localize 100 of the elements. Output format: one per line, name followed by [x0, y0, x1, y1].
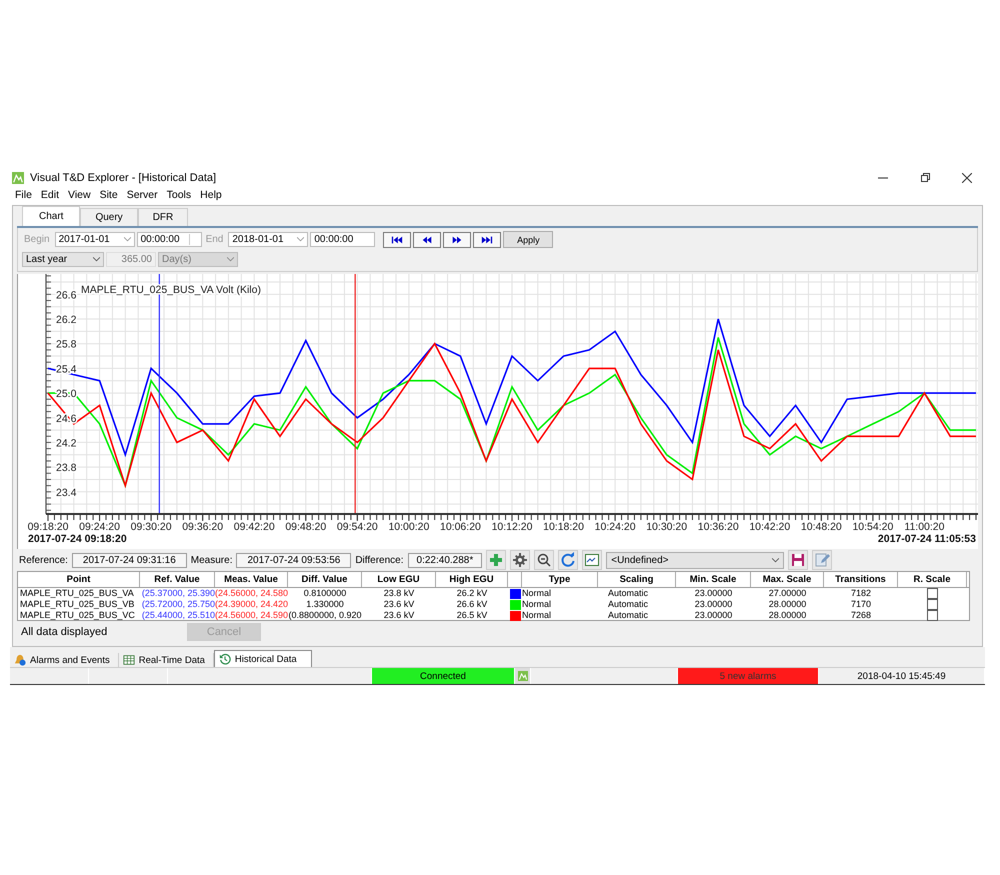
table-cell-text: (25.37000, 25.390 — [140, 588, 215, 599]
apply-button[interactable]: Apply — [503, 231, 554, 248]
x-tick-label: 10:36:20 — [698, 521, 739, 533]
column-header[interactable]: R. Scale — [898, 572, 967, 587]
history-icon — [218, 653, 231, 665]
status-datetime: 2018-04-10 15:45:49 — [819, 668, 985, 684]
chart-window-icon[interactable] — [582, 550, 602, 570]
x-tick-label: 10:30:20 — [646, 521, 688, 533]
table-cell-text: 7182 — [850, 588, 872, 599]
x-tick-label: 10:12:20 — [492, 521, 532, 533]
refresh-icon[interactable] — [558, 550, 578, 570]
tab[interactable]: Query — [80, 208, 138, 226]
menu-item[interactable]: File — [15, 189, 32, 204]
checkbox[interactable] — [927, 610, 938, 621]
table-cell: (24.56000, 24.580 — [215, 588, 288, 599]
settings-icon[interactable] — [510, 550, 530, 570]
table-cell-text: MAPLE_RTU_025_BUS_VC — [19, 610, 136, 621]
table-cell-text: Normal — [522, 610, 552, 621]
column-header[interactable]: Scaling — [598, 572, 676, 587]
menu-item[interactable]: Site — [100, 189, 118, 204]
end-label: End — [206, 234, 224, 245]
column-header[interactable]: Transitions — [824, 572, 898, 587]
table-cell-text: 23.00000 — [694, 599, 734, 610]
connection-status: Connected — [372, 668, 515, 684]
menu-item[interactable]: View — [68, 189, 91, 204]
column-header[interactable]: Ref. Value — [140, 572, 215, 587]
difference-field[interactable]: 0:22:40.288* — [408, 552, 482, 568]
menu-item[interactable]: Tools — [166, 189, 192, 204]
menu-item[interactable]: Help — [200, 189, 222, 204]
reference-field[interactable]: 2017-07-24 09:31:16 — [72, 552, 187, 568]
table-cell-text: Automatic — [607, 610, 650, 621]
save-icon[interactable] — [788, 550, 808, 570]
checkbox[interactable] — [927, 588, 938, 599]
template-dropdown[interactable]: <Undefined> — [606, 552, 784, 568]
chevron-down-icon[interactable] — [772, 558, 780, 562]
column-header[interactable]: Min. Scale — [676, 572, 751, 587]
y-tick-label: 23.8 — [56, 462, 76, 474]
x-tick-label: 10:00:20 — [388, 521, 430, 533]
period-dropdown[interactable]: Last year — [22, 252, 104, 267]
close-icon[interactable] — [962, 173, 972, 183]
tab[interactable]: Historical Data — [214, 650, 312, 667]
x-tick-label: 10:54:20 — [852, 521, 894, 533]
checkbox[interactable] — [927, 599, 938, 610]
x-tick-label: 10:18:20 — [543, 521, 584, 533]
table-cell-text: 23.00000 — [694, 610, 734, 621]
chevron-down-icon[interactable] — [93, 257, 100, 262]
table-cell-text: Automatic — [607, 588, 650, 599]
measure-label: Measure: — [190, 554, 232, 566]
table-cell-text: 26.5 kV — [456, 610, 488, 621]
back-button[interactable] — [413, 232, 442, 248]
table-cell-text: 7170 — [850, 599, 872, 610]
zoom-out-icon[interactable] — [534, 550, 554, 570]
column-header[interactable]: High EGU — [436, 572, 508, 587]
table-cell-text: Normal — [522, 599, 552, 610]
tab[interactable]: DFR — [138, 208, 188, 226]
tab[interactable]: Chart — [22, 206, 80, 226]
count-field[interactable]: 365.00 — [106, 252, 156, 267]
tab[interactable]: Real-Time Data — [118, 653, 214, 667]
app-icon — [518, 671, 528, 681]
date-picker[interactable]: 2018-01-01 — [228, 232, 308, 247]
restore-icon[interactable] — [920, 173, 930, 183]
column-header[interactable]: Max. Scale — [751, 572, 824, 587]
table-cell-text: 23.00000 — [694, 588, 734, 599]
last-button[interactable] — [473, 232, 502, 248]
measure-field[interactable]: 2017-07-24 09:53:56 — [236, 552, 352, 568]
x-tick-label: 09:30:20 — [130, 521, 172, 533]
tab[interactable]: Alarms and Events — [10, 653, 119, 667]
cursor-line[interactable] — [158, 274, 160, 514]
y-tick-label: 23.4 — [56, 486, 76, 499]
time-field[interactable]: 00:00:00 — [136, 232, 202, 247]
table-cell-text: 28.00000 — [768, 610, 808, 621]
column-header[interactable]: Diff. Value — [288, 572, 362, 587]
window-title: Visual T&D Explorer - [Historical Data] — [30, 172, 216, 184]
y-tick-label: 25.4 — [56, 363, 76, 376]
rewind-icon — [421, 236, 434, 244]
skip-to-start-icon — [391, 236, 404, 244]
forward-button[interactable] — [443, 232, 472, 248]
column-header[interactable]: Type — [522, 572, 598, 587]
x-tick-label: 09:36:20 — [182, 521, 224, 533]
add-icon[interactable] — [486, 550, 506, 570]
range-start-label: 2017-07-24 09:18:20 — [28, 533, 127, 545]
date-picker[interactable]: 2017-01-01 — [54, 232, 135, 247]
chevron-down-icon[interactable] — [124, 237, 131, 242]
first-button[interactable] — [383, 232, 412, 248]
status-message: All data displayed — [21, 626, 108, 638]
difference-label: Difference: — [355, 554, 404, 566]
time-field[interactable]: 00:00:00 — [310, 232, 376, 247]
x-tick-label: 10:06:20 — [440, 521, 481, 533]
table-cell-text: 26.2 kV — [456, 588, 488, 599]
column-header[interactable]: Point — [18, 572, 140, 587]
x-tick-label: 09:42:20 — [234, 521, 275, 533]
table-cell-text: 0.8100000 — [302, 588, 348, 599]
menu-item[interactable]: Server — [126, 189, 158, 204]
x-tick-label: 09:18:20 — [28, 521, 68, 533]
alarm-status: 5 new alarms — [678, 668, 819, 684]
chevron-down-icon[interactable] — [297, 237, 304, 242]
menu-item[interactable]: Edit — [40, 189, 60, 204]
column-header[interactable]: Low EGU — [362, 572, 436, 587]
y-tick-label: 25.8 — [56, 338, 76, 351]
column-header[interactable]: Meas. Value — [215, 572, 288, 587]
